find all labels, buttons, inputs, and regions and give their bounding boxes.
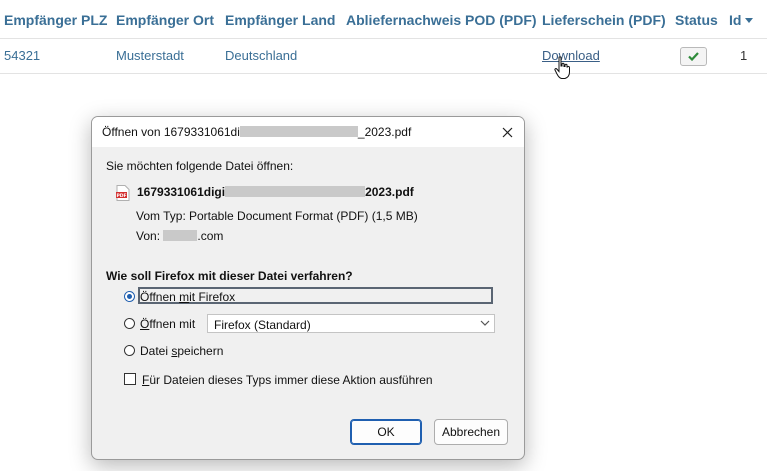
header-id-sort[interactable]: Id <box>729 12 754 28</box>
dialog-titlebar: Öffnen von 1679331061di _2023.pdf <box>92 117 524 147</box>
from-label: Von: <box>136 229 161 243</box>
close-button[interactable] <box>496 121 518 143</box>
hand-pointer-icon <box>554 56 570 79</box>
header-lieferschein[interactable]: Lieferschein (PDF) <box>542 12 666 28</box>
file-name-prefix: 1679331061digi <box>137 185 226 199</box>
redaction <box>163 230 198 241</box>
header-id-label: Id <box>729 12 742 28</box>
radio-open-with-firefox[interactable] <box>124 291 135 302</box>
remember-action-label[interactable]: Für Dateien dieses Typs immer diese Akti… <box>142 373 433 387</box>
download-link[interactable]: Download <box>542 48 600 63</box>
checkmark-icon <box>688 52 699 61</box>
dialog-title: Öffnen von 1679331061di _2023.pdf <box>102 125 411 139</box>
ok-button[interactable]: OK <box>350 419 422 445</box>
caret-down-icon <box>745 18 754 23</box>
dialog-title-prefix: Öffnen von 1679331061di <box>102 125 240 139</box>
cancel-button[interactable]: Abbrechen <box>434 419 508 445</box>
header-empfaenger-land[interactable]: Empfänger Land <box>225 12 335 28</box>
svg-text:PDF: PDF <box>116 193 126 199</box>
header-empfaenger-ort[interactable]: Empfänger Ort <box>116 12 214 28</box>
dialog-title-suffix: _2023.pdf <box>357 125 412 139</box>
dialog-intro: Sie möchten folgende Datei öffnen: <box>106 159 294 173</box>
type-label: Vom Typ: <box>136 209 186 223</box>
header-status[interactable]: Status <box>675 12 718 28</box>
open-with-app-value: Firefox (Standard) <box>214 318 311 332</box>
header-empfaenger-plz[interactable]: Empfänger PLZ <box>4 12 107 28</box>
from-line: Von: .com <box>136 229 223 243</box>
radio-save-file[interactable] <box>124 345 135 356</box>
cell-plz: 54321 <box>4 48 41 63</box>
from-suffix: .com <box>197 229 224 243</box>
action-question: Wie soll Firefox mit dieser Datei verfah… <box>106 269 353 283</box>
open-with-firefox-label[interactable]: Öffnen mit Firefox <box>140 290 235 304</box>
header-abliefernachweis[interactable]: Abliefernachweis POD (PDF) <box>346 12 537 28</box>
redaction <box>225 186 366 197</box>
redaction <box>239 126 358 137</box>
file-name-suffix: 2023.pdf <box>365 185 414 199</box>
cell-land: Deutschland <box>225 48 298 63</box>
status-badge[interactable] <box>680 47 707 66</box>
cell-id: 1 <box>740 48 748 63</box>
file-name: 1679331061digi 2023.pdf <box>137 185 414 199</box>
radio-open-with[interactable] <box>124 318 135 329</box>
remember-action-checkbox[interactable] <box>124 373 136 385</box>
chevron-down-icon <box>480 320 490 326</box>
cell-ort: Musterstadt <box>116 48 184 63</box>
save-file-label[interactable]: Datei speichern <box>140 344 223 358</box>
pdf-file-icon: PDF <box>116 185 130 201</box>
open-with-label[interactable]: Öffnen mit <box>140 317 195 331</box>
table-header: Empfänger PLZ Empfänger Ort Empfänger La… <box>0 0 767 39</box>
type-value: Portable Document Format (PDF) (1,5 MB) <box>189 209 418 223</box>
close-icon <box>502 127 512 137</box>
open-with-app-select[interactable]: Firefox (Standard) <box>207 314 495 333</box>
table-row: 54321 Musterstadt Deutschland Download 1 <box>0 38 767 74</box>
download-dialog: Öffnen von 1679331061di _2023.pdf Sie möc… <box>91 116 525 460</box>
